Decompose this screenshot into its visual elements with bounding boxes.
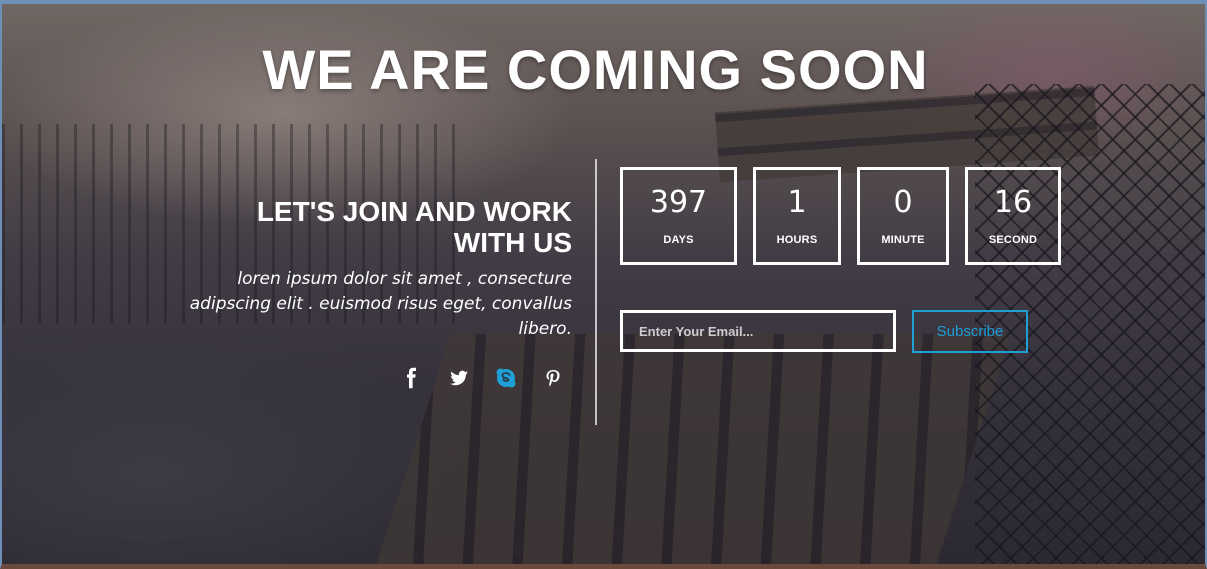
facebook-icon[interactable] bbox=[398, 364, 426, 392]
twitter-icon[interactable] bbox=[445, 364, 473, 392]
intro-block: LET'S JOIN AND WORK WITH US loren ipsum … bbox=[112, 196, 572, 342]
countdown-hours-label: HOURS bbox=[776, 234, 818, 246]
description-line-2: adipscing elit . euismod risus eget, con… bbox=[189, 294, 572, 314]
countdown-minutes-label: MINUTE bbox=[881, 234, 925, 246]
pinterest-icon[interactable] bbox=[539, 364, 567, 392]
subscribe-button[interactable]: Subscribe bbox=[912, 310, 1028, 353]
subheading: LET'S JOIN AND WORK WITH US bbox=[112, 196, 572, 258]
countdown-seconds: 16 SECOND bbox=[965, 167, 1061, 265]
countdown-days: 397 DAYS bbox=[620, 167, 737, 265]
subheading-line-2: WITH US bbox=[453, 227, 572, 258]
social-links bbox=[398, 364, 573, 392]
description-line-1: loren ipsum dolor sit amet , consecture bbox=[237, 269, 572, 289]
email-field[interactable] bbox=[620, 310, 896, 352]
skype-icon[interactable] bbox=[492, 364, 520, 392]
vertical-divider bbox=[595, 159, 597, 425]
countdown-minutes-value: 0 bbox=[893, 185, 913, 220]
countdown-days-value: 397 bbox=[649, 185, 708, 220]
subheading-line-1: LET'S JOIN AND WORK bbox=[256, 196, 572, 227]
countdown-minutes: 0 MINUTE bbox=[857, 167, 949, 265]
page-title: WE ARE COMING SOON bbox=[262, 38, 929, 101]
page-frame: WE ARE COMING SOON LET'S JOIN AND WORK W… bbox=[0, 0, 1207, 569]
description-line-3: libero. bbox=[518, 319, 573, 339]
countdown-hours-value: 1 bbox=[787, 185, 807, 220]
description: loren ipsum dolor sit amet , consecture … bbox=[112, 267, 572, 342]
countdown-days-label: DAYS bbox=[663, 234, 694, 246]
countdown-seconds-value: 16 bbox=[993, 185, 1033, 220]
countdown-seconds-label: SECOND bbox=[988, 234, 1038, 246]
countdown-hours: 1 HOURS bbox=[753, 167, 841, 265]
